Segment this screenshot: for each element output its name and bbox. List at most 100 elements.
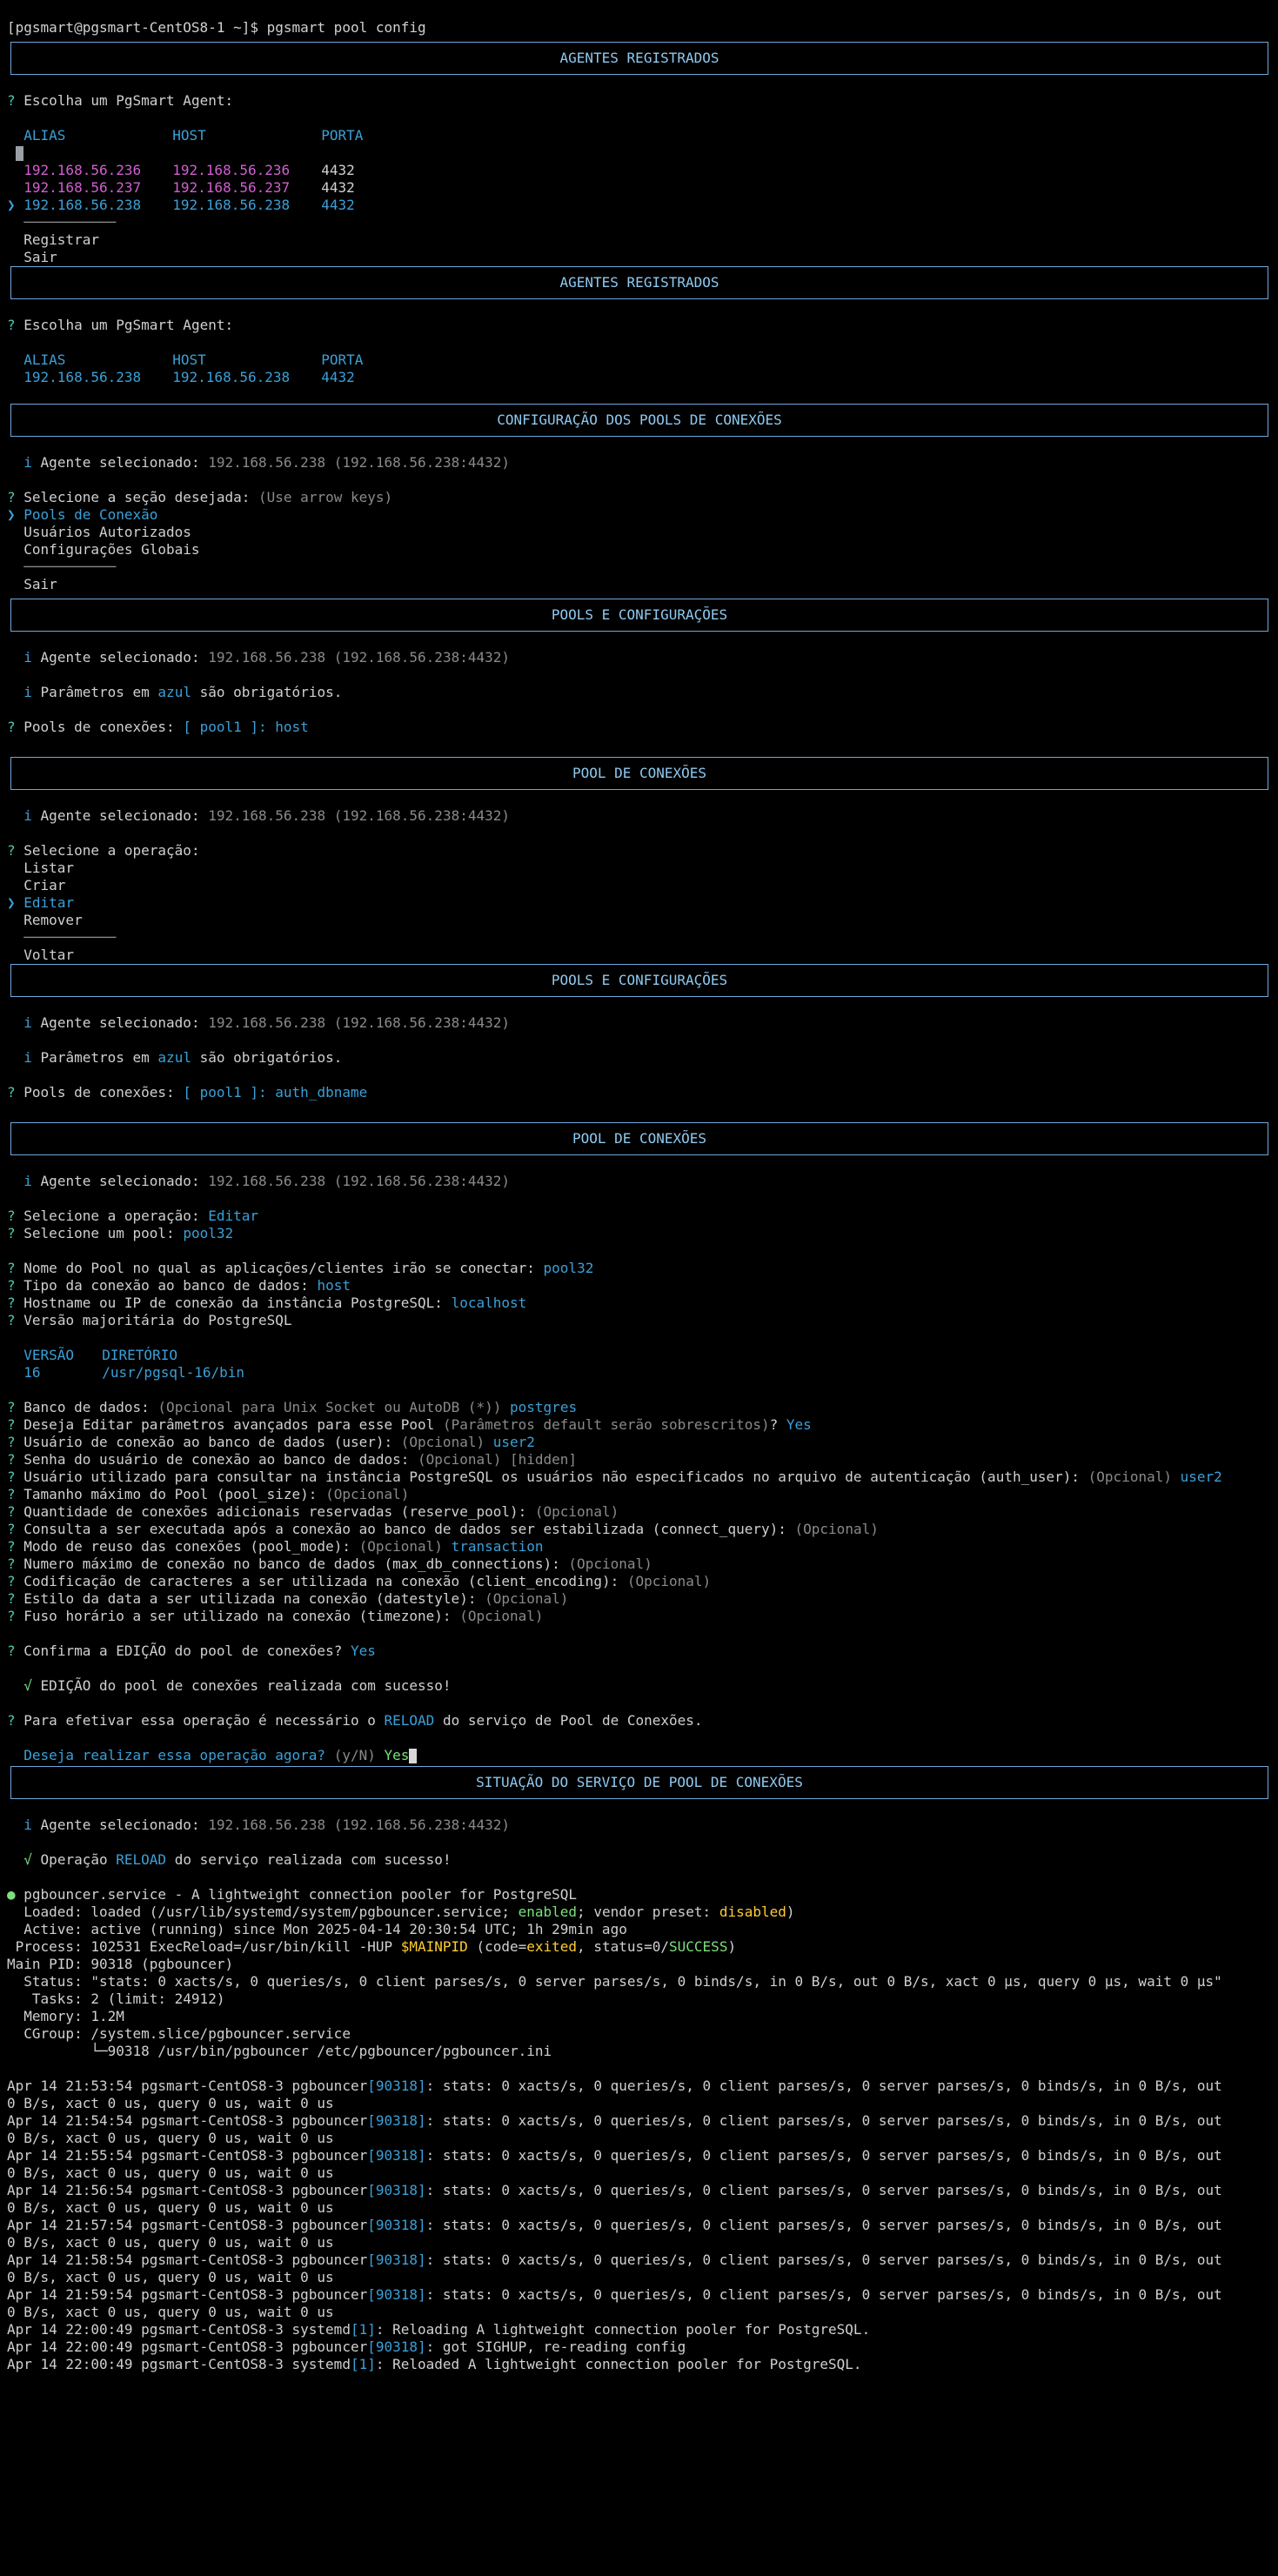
service-active-line: Active: active (running) since Mon 2025-… (7, 1921, 627, 1937)
section-title-pool-ops: POOL DE CONEXÕES (10, 757, 1268, 790)
pointer-icon: ❯ (7, 894, 16, 911)
agent-row-236[interactable]: 192.168.56.236 192.168.56.236 4432 (0, 162, 1278, 179)
pointer-icon: ❯ (7, 506, 16, 523)
log-line: Apr 14 21:54:54 pgsmart-CentOS8-3 pgboun… (7, 2112, 1222, 2129)
service-cgroup-child-line: └─90318 /usr/bin/pgbouncer /etc/pgbounce… (7, 2043, 552, 2059)
reserve-pool-field[interactable]: ? Quantidade de conexões adicionais rese… (0, 1503, 1278, 1521)
menu-item-sair-config[interactable]: Sair (0, 576, 1278, 593)
client-encoding-field[interactable]: ? Codificação de caracteres a ser utiliz… (0, 1573, 1278, 1590)
service-status-line: Status: "stats: 0 xacts/s, 0 queries/s, … (7, 1973, 1222, 1990)
connection-type-field[interactable]: ? Tipo da conexão ao banco de dados: hos… (0, 1277, 1278, 1295)
agent-row-238-selected[interactable]: ❯ 192.168.56.238 192.168.56.238 4432 (0, 197, 1278, 214)
section-title-pools: POOLS E CONFIGURAÇÕES (10, 599, 1268, 632)
shell-prompt: [pgsmart@pgsmart-CentOS8-1 ~]$ pgsmart p… (7, 19, 426, 36)
info-icon: i (23, 1049, 32, 1066)
menu-separator: ─────────── (23, 214, 117, 231)
log-line: Apr 14 21:57:54 pgsmart-CentOS8-3 pgboun… (7, 2217, 1222, 2233)
menu-item-editar[interactable]: ❯ Editar (0, 894, 1278, 912)
agent-selected-info: i Agente selecionado: 192.168.56.238 (19… (23, 1817, 510, 1833)
pool-answer: ? Selecione um pool: pool32 (7, 1225, 234, 1241)
pools-prompt[interactable]: ? Pools de conexões: [ pool1 ]: host (0, 719, 1278, 736)
section-title-config: CONFIGURAÇÃO DOS POOLS DE CONEXÕES (10, 404, 1268, 437)
agent-question: Escolha um PgSmart Agent: (23, 92, 234, 109)
cursor-block (409, 1749, 418, 1763)
menu-item-config-globais[interactable]: Configurações Globais (0, 541, 1278, 559)
agent-table-header-2: ALIAS HOST PORTA (23, 351, 364, 368)
info-icon: i (23, 649, 32, 666)
operation-question: Selecione a operação: (23, 842, 200, 859)
section-title-service-status: SITUAÇÃO DO SERVIÇO DE POOL DE CONEXÕES (10, 1766, 1268, 1799)
connect-query-field[interactable]: ? Consulta a ser executada após a conexã… (0, 1521, 1278, 1538)
question-mark-icon: ? (7, 317, 16, 333)
pool-mode-field[interactable]: ? Modo de reuso das conexões (pool_mode)… (0, 1538, 1278, 1556)
log-line: Apr 14 21:55:54 pgsmart-CentOS8-3 pgboun… (7, 2147, 1222, 2164)
pools-prompt-2[interactable]: ? Pools de conexões: [ pool1 ]: auth_dbn… (0, 1084, 1278, 1101)
section-question: Selecione a seção desejada: (23, 489, 251, 505)
service-process-line: Process: 102531 ExecReload=/usr/bin/kill… (7, 1938, 737, 1955)
timezone-field[interactable]: ? Fuso horário a ser utilizado na conexã… (0, 1608, 1278, 1625)
question-mark-icon: ? (7, 1084, 16, 1101)
menu-item-pools[interactable]: ❯ Pools de Conexão (0, 506, 1278, 524)
pool-size-field[interactable]: ? Tamanho máximo do Pool (pool_size): (O… (0, 1486, 1278, 1503)
info-icon: i (23, 807, 32, 824)
menu-item-registrar[interactable]: Registrar (0, 231, 1278, 249)
confirm-edit-field[interactable]: ? Confirma a EDIÇÃO do pool de conexões?… (0, 1643, 1278, 1660)
question-mark-icon: ? (7, 489, 16, 505)
menu-item-remover[interactable]: Remover (0, 912, 1278, 929)
log-line-cont: 0 B/s, xact 0 us, query 0 us, wait 0 us (7, 2095, 334, 2111)
menu-item-criar[interactable]: Criar (0, 877, 1278, 894)
agent-selected-info: i Agente selecionado: 192.168.56.238 (19… (23, 649, 510, 666)
status-dot-icon: ● (7, 1886, 16, 1903)
version-table-row[interactable]: 16/usr/pgsql-16/bin (0, 1364, 1278, 1382)
menu-item-sair[interactable]: Sair (0, 249, 1278, 266)
agent-row-237[interactable]: 192.168.56.237 192.168.56.237 4432 (0, 179, 1278, 197)
question-mark-icon: ? (7, 92, 16, 109)
info-icon: i (23, 684, 32, 700)
max-db-connections-field[interactable]: ? Numero máximo de conexão no banco de d… (0, 1556, 1278, 1573)
hostname-field[interactable]: ? Hostname ou IP de conexão da instância… (0, 1295, 1278, 1312)
pg-version-field[interactable]: ? Versão majoritária do PostgreSQL (0, 1312, 1278, 1329)
menu-separator: ─────────── (23, 559, 117, 575)
log-line-cont: 0 B/s, xact 0 us, query 0 us, wait 0 us (7, 2165, 334, 2181)
agent-answer-row: 192.168.56.238 192.168.56.238 4432 (23, 369, 355, 385)
advanced-params-field[interactable]: ? Deseja Editar parâmetros avançados par… (0, 1416, 1278, 1434)
log-line-cont: 0 B/s, xact 0 us, query 0 us, wait 0 us (7, 2130, 334, 2146)
menu-item-usuarios[interactable]: Usuários Autorizados (0, 524, 1278, 541)
required-params-info: i Parâmetros em azul são obrigatórios. (23, 684, 343, 700)
info-icon: i (23, 454, 32, 471)
required-params-info: i Parâmetros em azul são obrigatórios. (23, 1049, 343, 1066)
agent-selected-info: i Agente selecionado: 192.168.56.238 (19… (23, 454, 510, 471)
log-line: Apr 14 21:58:54 pgsmart-CentOS8-3 pgboun… (7, 2251, 1222, 2268)
pool-name-field[interactable]: ? Nome do Pool no qual as aplicações/cli… (0, 1260, 1278, 1277)
log-line-cont: 0 B/s, xact 0 us, query 0 us, wait 0 us (7, 2269, 334, 2285)
menu-item-voltar[interactable]: Voltar (0, 947, 1278, 964)
reload-now-field[interactable]: Deseja realizar essa operação agora? (y/… (0, 1747, 1278, 1764)
pointer-icon: ❯ (7, 197, 16, 213)
log-line-cont: 0 B/s, xact 0 us, query 0 us, wait 0 us (7, 2234, 334, 2251)
log-line-cont: 0 B/s, xact 0 us, query 0 us, wait 0 us (7, 2304, 334, 2320)
user-field[interactable]: ? Usuário de conexão ao banco de dados (… (0, 1434, 1278, 1451)
terminal-window[interactable]: [pgsmart@pgsmart-CentOS8-1 ~]$ pgsmart p… (0, 0, 1278, 2576)
database-field[interactable]: ? Banco de dados: (Opcional para Unix So… (0, 1399, 1278, 1416)
service-mainpid-line: Main PID: 90318 (pgbouncer) (7, 1956, 234, 1972)
service-memory-line: Memory: 1.2M (7, 2008, 124, 2024)
version-table-header: VERSÃO DIRETÓRIO (23, 1347, 177, 1363)
auth-user-field[interactable]: ? Usuário utilizado para consultar na in… (0, 1469, 1278, 1486)
menu-separator: ─────────── (23, 929, 117, 946)
datestyle-field[interactable]: ? Estilo da data a ser utilizada na cone… (0, 1590, 1278, 1608)
section-title-agents-2: AGENTES REGISTRADOS (10, 266, 1268, 299)
section-title-pool-edit: POOL DE CONEXÕES (10, 1122, 1268, 1155)
log-line: Apr 14 21:53:54 pgsmart-CentOS8-3 pgboun… (7, 2078, 1222, 2094)
menu-item-listar[interactable]: Listar (0, 860, 1278, 877)
agent-table-header: ALIAS HOST PORTA (23, 127, 364, 144)
question-mark-icon: ? (7, 719, 16, 735)
password-field[interactable]: ? Senha do usuário de conexão ao banco d… (0, 1451, 1278, 1469)
service-tasks-line: Tasks: 2 (limit: 24912) (7, 1991, 225, 2007)
section-title-agents: AGENTES REGISTRADOS (10, 42, 1268, 75)
log-line: Apr 14 22:00:49 pgsmart-CentOS8-3 pgboun… (7, 2338, 686, 2355)
check-icon: √ (23, 1677, 32, 1694)
log-line: Apr 14 21:56:54 pgsmart-CentOS8-3 pgboun… (7, 2182, 1222, 2198)
info-icon: i (23, 1817, 32, 1833)
reload-success-message: √ Operação RELOAD do serviço realizada c… (23, 1851, 452, 1868)
agent-selected-info: i Agente selecionado: 192.168.56.238 (19… (23, 1014, 510, 1031)
